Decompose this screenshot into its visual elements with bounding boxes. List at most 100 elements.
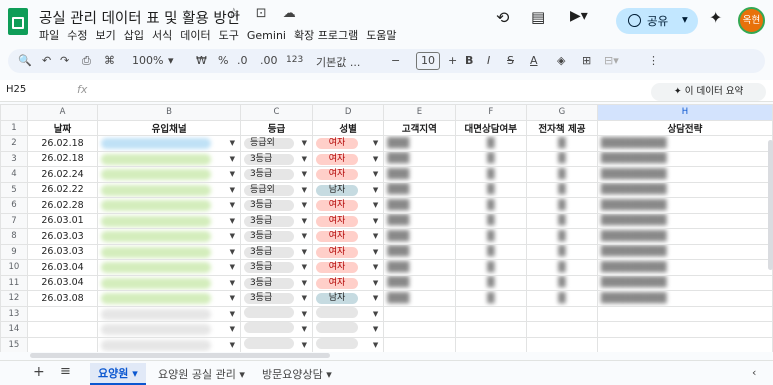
- strategy-cell[interactable]: █████████: [596, 228, 773, 245]
- region-cell[interactable]: ███: [383, 228, 456, 245]
- dropdown-arrow-icon[interactable]: ▼: [230, 341, 235, 349]
- grade-cell[interactable]: 3등급 ▼: [239, 166, 314, 183]
- dropdown-arrow-icon[interactable]: ▼: [230, 279, 235, 287]
- add-sheet-icon[interactable]: +: [33, 364, 45, 380]
- ebook-cell[interactable]: █: [526, 166, 598, 183]
- date-cell[interactable]: 26.03.04: [26, 274, 99, 291]
- ebook-cell[interactable]: █: [526, 274, 598, 291]
- ebook-cell[interactable]: [526, 321, 598, 338]
- grade-cell[interactable]: 3등급 ▼: [239, 290, 314, 307]
- fill-color-icon[interactable]: ◈: [557, 54, 565, 67]
- strategy-cell[interactable]: █████████: [596, 150, 773, 167]
- ebook-cell[interactable]: █: [526, 197, 598, 214]
- dropdown-arrow-icon[interactable]: ▼: [302, 279, 307, 287]
- collapse-icon[interactable]: ‹: [752, 366, 756, 379]
- percent-button[interactable]: %: [218, 54, 228, 67]
- channel-cell[interactable]: ▼: [97, 212, 241, 229]
- gender-cell[interactable]: ▼: [312, 305, 385, 322]
- comment-icon[interactable]: ▤: [531, 8, 545, 26]
- col-header-a[interactable]: A: [26, 104, 99, 121]
- strategy-cell[interactable]: █████████: [596, 166, 773, 183]
- gender-cell[interactable]: 여자 ▼: [312, 243, 385, 260]
- region-cell[interactable]: ███: [383, 212, 456, 229]
- channel-cell[interactable]: ▼: [97, 305, 241, 322]
- horizontal-scrollbar[interactable]: [30, 353, 330, 358]
- grade-cell[interactable]: 3등급 ▼: [239, 228, 314, 245]
- face-to-face-cell[interactable]: █: [454, 212, 528, 229]
- dropdown-arrow-icon[interactable]: ▼: [230, 186, 235, 194]
- channel-cell[interactable]: ▼: [97, 290, 241, 307]
- strategy-cell[interactable]: [596, 336, 773, 352]
- ebook-cell[interactable]: [526, 305, 598, 322]
- gender-cell[interactable]: 여자 ▼: [312, 259, 385, 276]
- col-header-g[interactable]: G: [526, 104, 598, 121]
- channel-cell[interactable]: ▼: [97, 181, 241, 198]
- face-to-face-cell[interactable]: █: [454, 166, 528, 183]
- date-cell[interactable]: 26.03.01: [26, 212, 99, 229]
- row-header[interactable]: 2: [0, 135, 28, 152]
- text-color-button[interactable]: A: [530, 54, 538, 67]
- region-cell[interactable]: ███: [383, 243, 456, 260]
- dropdown-arrow-icon[interactable]: ▼: [230, 325, 235, 333]
- share-button[interactable]: 공유 ▾: [616, 8, 698, 34]
- col-header-b[interactable]: B: [97, 104, 241, 121]
- dropdown-arrow-icon[interactable]: ▼: [302, 248, 307, 256]
- strategy-cell[interactable]: █████████: [596, 243, 773, 260]
- header-date[interactable]: 날짜: [26, 119, 99, 136]
- dropdown-arrow-icon[interactable]: ▼: [373, 170, 378, 178]
- region-cell[interactable]: ███: [383, 166, 456, 183]
- date-cell[interactable]: 26.02.18: [26, 135, 99, 152]
- date-cell[interactable]: [26, 336, 99, 352]
- gender-cell[interactable]: 여자 ▼: [312, 212, 385, 229]
- ebook-cell[interactable]: █: [526, 243, 598, 260]
- grade-cell[interactable]: 3등급 ▼: [239, 212, 314, 229]
- dropdown-arrow-icon[interactable]: ▼: [373, 248, 378, 256]
- row-header[interactable]: 10: [0, 259, 28, 276]
- gender-cell[interactable]: 여자 ▼: [312, 197, 385, 214]
- row-header[interactable]: 11: [0, 274, 28, 291]
- dropdown-arrow-icon[interactable]: ▼: [302, 325, 307, 333]
- date-cell[interactable]: 26.03.08: [26, 290, 99, 307]
- print-icon[interactable]: ⎙: [82, 54, 91, 68]
- header-grade[interactable]: 등급: [239, 119, 314, 136]
- dropdown-arrow-icon[interactable]: ▼: [230, 294, 235, 302]
- grade-cell[interactable]: 3등급 ▼: [239, 150, 314, 167]
- dropdown-arrow-icon[interactable]: ▼: [373, 325, 378, 333]
- number-format-button[interactable]: 123: [286, 55, 303, 65]
- dropdown-arrow-icon[interactable]: ▼: [230, 201, 235, 209]
- sheets-logo-icon[interactable]: [8, 8, 28, 35]
- dropdown-arrow-icon[interactable]: ▼: [373, 279, 378, 287]
- grade-cell[interactable]: 3등급 ▼: [239, 259, 314, 276]
- region-cell[interactable]: ███: [383, 135, 456, 152]
- dropdown-arrow-icon[interactable]: ▼: [230, 232, 235, 240]
- face-to-face-cell[interactable]: █: [454, 259, 528, 276]
- channel-cell[interactable]: ▼: [97, 166, 241, 183]
- row-header[interactable]: 15: [0, 336, 28, 352]
- share-dropdown-icon[interactable]: ▾: [682, 12, 688, 26]
- avatar[interactable]: 옥현: [738, 7, 765, 34]
- date-cell[interactable]: 26.03.04: [26, 259, 99, 276]
- row-header[interactable]: 3: [0, 150, 28, 167]
- row-header[interactable]: 1: [0, 119, 28, 136]
- menu-tools[interactable]: 도구: [219, 29, 239, 42]
- ebook-cell[interactable]: █: [526, 228, 598, 245]
- header-region[interactable]: 고객지역: [383, 119, 456, 136]
- gender-cell[interactable]: ▼: [312, 336, 385, 352]
- strategy-cell[interactable]: █████████: [596, 290, 773, 307]
- ebook-cell[interactable]: █: [526, 135, 598, 152]
- font-size-input[interactable]: 10: [416, 52, 440, 70]
- redo-icon[interactable]: ↷: [60, 54, 69, 67]
- dropdown-arrow-icon[interactable]: ▼: [230, 170, 235, 178]
- dropdown-arrow-icon[interactable]: ▼: [302, 232, 307, 240]
- dropdown-arrow-icon[interactable]: ▼: [373, 139, 378, 147]
- dropdown-arrow-icon[interactable]: ▼: [373, 310, 378, 318]
- strategy-cell[interactable]: █████████: [596, 212, 773, 229]
- strategy-cell[interactable]: █████████: [596, 274, 773, 291]
- dropdown-arrow-icon[interactable]: ▼: [302, 139, 307, 147]
- row-header[interactable]: 14: [0, 321, 28, 338]
- channel-cell[interactable]: ▼: [97, 135, 241, 152]
- dropdown-arrow-icon[interactable]: ▼: [230, 248, 235, 256]
- history-icon[interactable]: ⟲: [496, 8, 509, 27]
- ebook-cell[interactable]: █: [526, 150, 598, 167]
- face-to-face-cell[interactable]: █: [454, 274, 528, 291]
